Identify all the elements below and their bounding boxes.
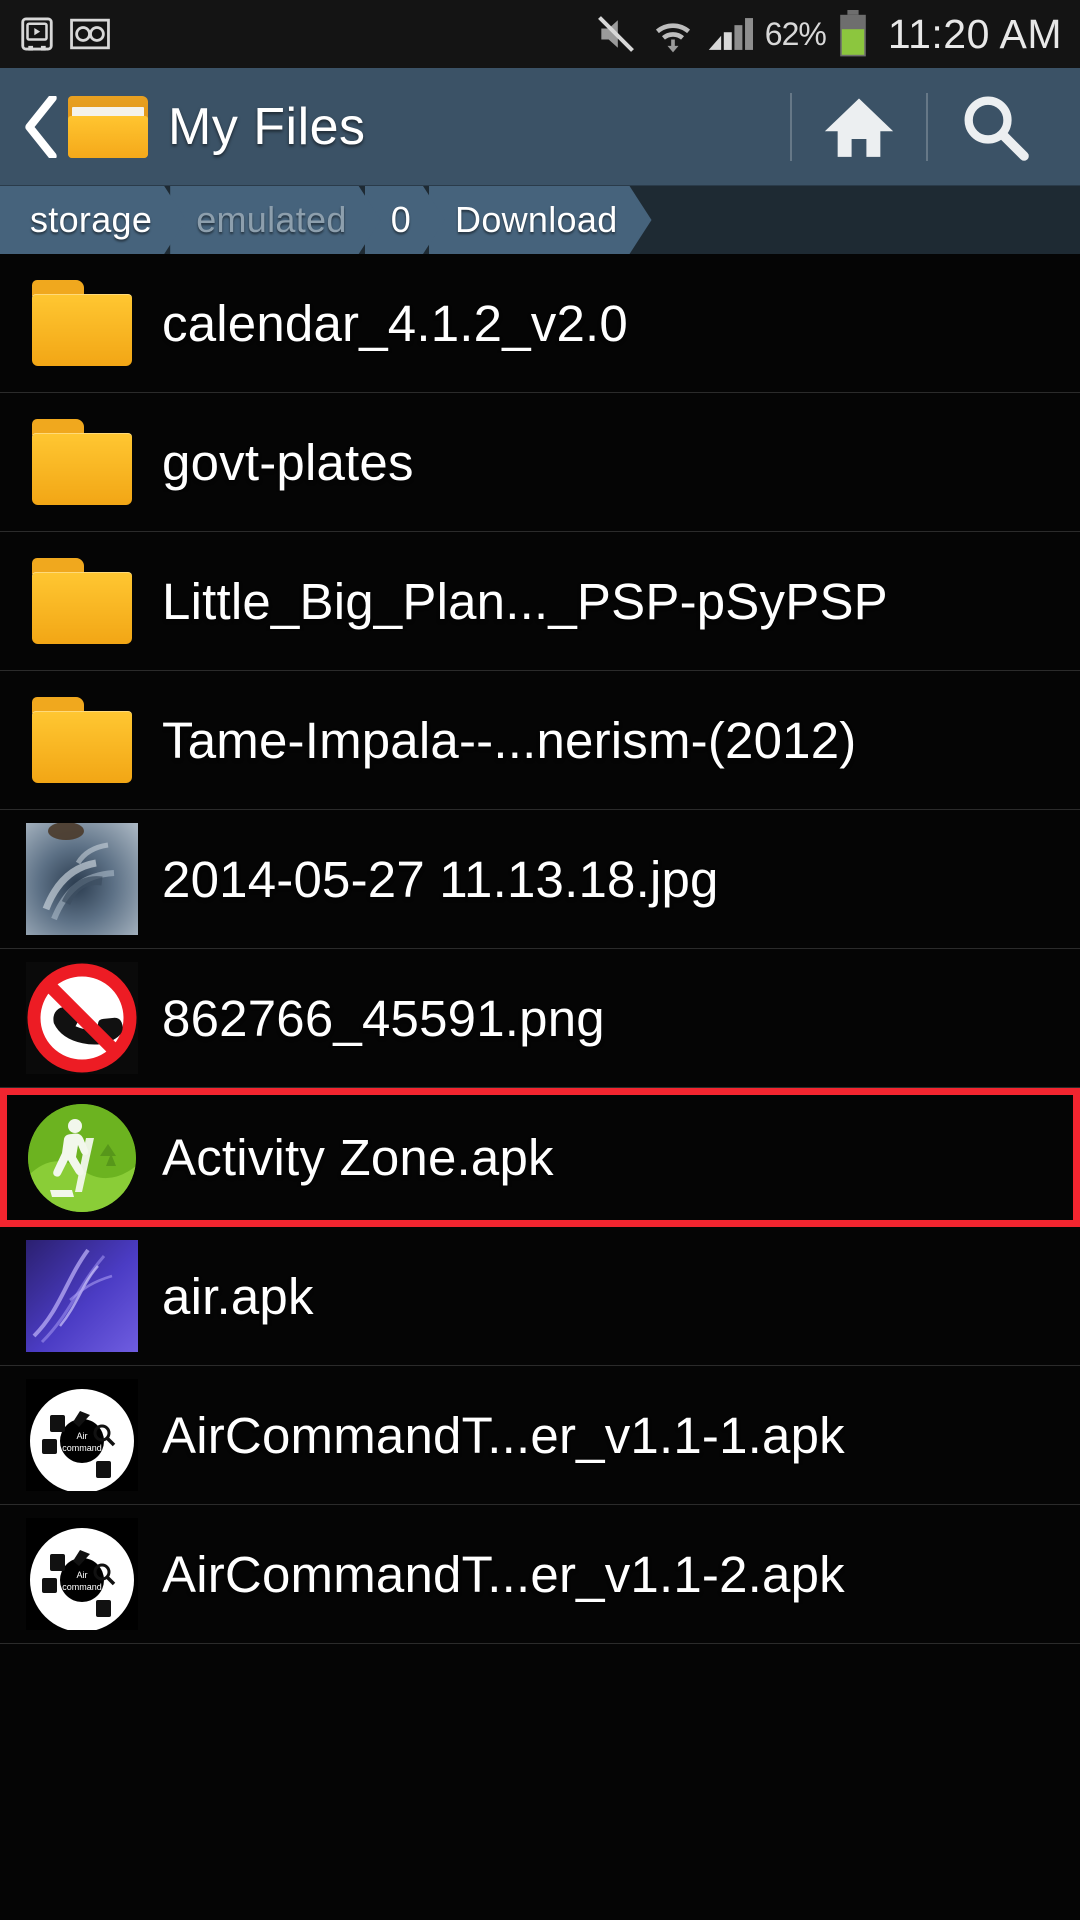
signal-bars-icon [708, 18, 753, 50]
file-icon-wrapper: Air command [26, 1379, 138, 1493]
air-command-icon: Air command [26, 1379, 138, 1493]
file-row[interactable]: govt-plates [0, 393, 1080, 532]
file-list: calendar_4.1.2_v2.0 govt-plates Little_Big… [0, 254, 1080, 1644]
file-row[interactable]: Tame-Impala--...nerism-(2012) [0, 671, 1080, 810]
breadcrumb-item-storage[interactable]: storage [0, 186, 186, 254]
app-header: My Files [0, 68, 1080, 186]
svg-text:command: command [62, 1443, 102, 1453]
activity-zone-app-icon [28, 1103, 136, 1212]
search-icon [964, 96, 1029, 161]
svg-text:Air: Air [77, 1570, 88, 1580]
file-icon-wrapper [26, 1240, 138, 1352]
file-icon-wrapper [26, 823, 138, 935]
air-app-icon [26, 1240, 138, 1352]
file-icon-wrapper: Air command [26, 1518, 138, 1632]
folder-icon [32, 419, 132, 505]
file-name: AirCommandT...er_v1.1-2.apk [162, 1545, 845, 1603]
file-name: govt-plates [162, 433, 414, 491]
svg-text:command: command [62, 1582, 102, 1592]
file-name: Tame-Impala--...nerism-(2012) [162, 711, 857, 769]
breadcrumb-item-label: 0 [390, 199, 412, 240]
breadcrumb: storage emulated 0 Download [0, 186, 1080, 254]
home-button[interactable] [792, 68, 926, 185]
battery-icon [840, 10, 866, 57]
back-chevron-icon [25, 95, 57, 158]
folder-icon [32, 697, 132, 783]
file-icon-wrapper [26, 545, 138, 657]
status-bar-left-icons [18, 15, 110, 53]
header-actions [790, 68, 1062, 185]
file-row[interactable]: Little_Big_Plan..._PSP-pSyPSP [0, 532, 1080, 671]
photo-thumbnail [26, 823, 138, 935]
mute-icon [597, 16, 634, 52]
file-name: Activity Zone.apk [162, 1129, 554, 1186]
file-row-selected[interactable]: Activity Zone.apk [0, 1088, 1080, 1227]
media-player-icon [21, 17, 53, 51]
breadcrumb-item-label: storage [30, 199, 153, 240]
file-name: air.apk [162, 1267, 314, 1325]
file-icon-wrapper [26, 962, 138, 1074]
file-icon-wrapper [26, 267, 138, 379]
breadcrumb-item-label: emulated [196, 199, 347, 240]
breadcrumb-item-emulated[interactable]: emulated [170, 186, 381, 254]
folder-icon [68, 95, 148, 158]
file-name: Little_Big_Plan..._PSP-pSyPSP [162, 572, 888, 630]
home-icon [824, 98, 894, 157]
file-row[interactable]: air.apk [0, 1227, 1080, 1366]
voicemail-icon [70, 18, 110, 50]
file-row[interactable]: Air command AirCommandT...er_v1.1-2.apk [0, 1505, 1080, 1644]
file-row[interactable]: Air command AirCommandT...er_v1.1-1.apk [0, 1366, 1080, 1505]
back-button[interactable] [18, 95, 64, 159]
breadcrumb-item-download[interactable]: Download [429, 186, 652, 254]
air-command-icon: Air command [26, 1518, 138, 1632]
breadcrumb-item-label: Download [455, 199, 618, 240]
file-icon-wrapper [26, 684, 138, 796]
no-phone-icon [26, 962, 138, 1074]
file-name: calendar_4.1.2_v2.0 [162, 294, 628, 352]
status-bar-right-icons: 62% 11:20 AM [593, 10, 1062, 58]
status-bar: 62% 11:20 AM [0, 0, 1080, 68]
file-name: 862766_45591.png [162, 989, 605, 1047]
file-row[interactable]: 2014-05-27 11.13.18.jpg [0, 810, 1080, 949]
file-row[interactable]: calendar_4.1.2_v2.0 [0, 254, 1080, 393]
file-row[interactable]: 862766_45591.png [0, 949, 1080, 1088]
file-icon-wrapper [26, 1102, 138, 1214]
my-files-screen: 62% 11:20 AM My Files storage emulated 0… [0, 0, 1080, 1920]
file-icon-wrapper [26, 406, 138, 518]
file-name: 2014-05-27 11.13.18.jpg [162, 850, 719, 908]
page-title: My Files [168, 97, 366, 156]
folder-icon [32, 280, 132, 366]
search-button[interactable] [928, 68, 1062, 185]
status-bar-clock: 11:20 AM [887, 10, 1062, 57]
file-name: AirCommandT...er_v1.1-1.apk [162, 1406, 845, 1464]
svg-text:Air: Air [77, 1431, 88, 1441]
battery-percent-label: 62% [764, 15, 827, 52]
wifi-icon [655, 23, 690, 53]
folder-icon [32, 558, 132, 644]
